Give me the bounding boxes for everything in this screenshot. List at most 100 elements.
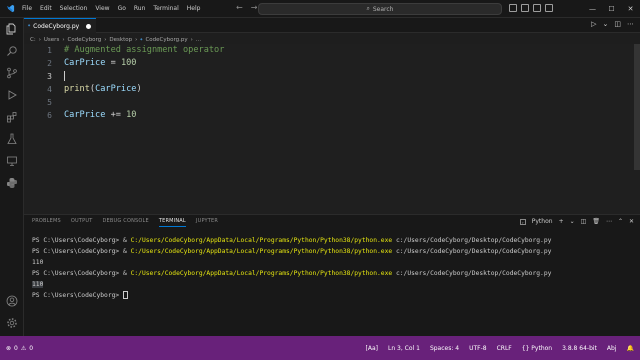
breadcrumb-chevron-icon: ›	[190, 36, 193, 43]
breadcrumb-ellipsis[interactable]: ...	[196, 37, 201, 43]
breadcrumb-chevron-icon: ›	[62, 36, 65, 43]
breadcrumb: C: › Users › CodeCyborg › Desktop › ⬩ Co…	[30, 35, 201, 44]
breadcrumb-desktop[interactable]: Desktop	[109, 37, 132, 43]
split-editor-icon[interactable]: ◫	[614, 20, 621, 28]
problems-status[interactable]: ⊗ 0 ⚠ 0	[6, 345, 33, 352]
warning-icon: ⚠	[20, 344, 27, 352]
terminal-output-highlight: 110	[32, 281, 44, 288]
menu-file[interactable]: File	[18, 5, 36, 12]
terminal-script-path: c:/Users/CodeCyborg/Desktop/CodeCyborg.p…	[392, 270, 552, 277]
toggle-sidebar-icon[interactable]	[509, 4, 517, 12]
forward-arrow-icon[interactable]: →	[251, 3, 258, 12]
terminal-output-line: 110	[32, 259, 44, 266]
toggle-panel-icon[interactable]	[521, 4, 529, 12]
menu-help[interactable]: Help	[183, 5, 205, 12]
menu-run[interactable]: Run	[130, 5, 150, 12]
tab-problems[interactable]: PROBLEMS	[32, 218, 61, 227]
breadcrumb-drive[interactable]: C:	[30, 37, 36, 43]
code-number: 10	[126, 110, 137, 120]
python-extension-icon[interactable]	[5, 176, 19, 190]
breadcrumb-chevron-icon: ›	[104, 36, 107, 43]
run-python-file-icon[interactable]: ▷	[591, 20, 596, 28]
menu-edit[interactable]: Edit	[36, 5, 56, 12]
status-indentation[interactable]: Spaces: 4	[430, 345, 459, 352]
maximize-icon[interactable]: ☐	[602, 0, 621, 18]
breadcrumb-codecyborg[interactable]: CodeCyborg	[68, 37, 102, 43]
kill-terminal-trash-icon[interactable]: 🗑	[592, 218, 600, 225]
terminal-line: PS C:\Users\CodeCyborg> & C:/Users/CodeC…	[32, 235, 551, 246]
code-variable: CarPrice	[64, 110, 106, 120]
explorer-icon[interactable]	[5, 22, 19, 36]
search-icon: ⌕	[366, 5, 370, 12]
terminal-name[interactable]: Python	[532, 218, 553, 225]
tab-terminal[interactable]: TERMINAL	[158, 218, 186, 227]
manage-gear-icon[interactable]	[5, 316, 19, 330]
more-actions-icon[interactable]: ⋯	[627, 20, 634, 28]
code-paren: )	[136, 84, 142, 94]
terminal-output-line: 110	[32, 279, 551, 290]
maximize-panel-icon[interactable]: ⌃	[618, 218, 623, 225]
remote-explorer-icon[interactable]	[5, 154, 19, 168]
customize-layout-icon[interactable]	[545, 4, 553, 12]
tab-jupyter[interactable]: JUPYTER	[196, 218, 218, 227]
back-arrow-icon[interactable]: ←	[236, 3, 243, 12]
code-line-1: 1 # Augmented assignment operator	[24, 44, 624, 56]
menu-view[interactable]: View	[91, 5, 113, 12]
split-terminal-icon[interactable]: ◫	[581, 218, 587, 225]
code-line-2: 2 CarPrice = 100	[24, 57, 624, 69]
warning-count: 0	[29, 344, 34, 352]
editor-scrollbar[interactable]	[634, 44, 640, 170]
command-center-search[interactable]: ⌕ Search	[258, 3, 502, 15]
line-number: 2	[47, 58, 52, 68]
toggle-secondary-sidebar-icon[interactable]	[533, 4, 541, 12]
breadcrumb-chevron-icon: ›	[38, 36, 41, 43]
breadcrumb-file[interactable]: CodeCyborg.py	[145, 37, 187, 43]
source-control-icon[interactable]	[5, 66, 19, 80]
status-encoding[interactable]: UTF-8	[469, 345, 487, 352]
menu-selection[interactable]: Selection	[56, 5, 92, 12]
status-cursor-position[interactable]: Ln 3, Col 1	[388, 345, 420, 352]
notifications-bell-icon[interactable]: 🔔	[627, 345, 634, 352]
menu-bar: File Edit Selection View Go Run Terminal…	[18, 5, 204, 12]
terminal-line: PS C:\Users\CodeCyborg> & C:/Users/CodeC…	[32, 246, 551, 257]
code-statement: CarPrice = 100	[64, 58, 136, 68]
menu-terminal[interactable]: Terminal	[149, 5, 182, 12]
terminal-icon: ›	[519, 218, 526, 225]
code-editor[interactable]: 1 # Augmented assignment operator 2 CarP…	[24, 44, 640, 214]
code-operator: =	[105, 58, 121, 68]
testing-icon[interactable]	[5, 132, 19, 146]
terminal-line: PS C:\Users\CodeCyborg>	[32, 290, 551, 301]
terminal-output[interactable]: PS C:\Users\CodeCyborg> & C:/Users/CodeC…	[32, 235, 551, 301]
tab-codecyborg-py[interactable]: ⬩ CodeCyborg.py	[24, 18, 96, 33]
minimize-icon[interactable]: —	[583, 0, 602, 18]
line-number: 6	[47, 110, 52, 120]
tab-debug-console[interactable]: DEBUG CONSOLE	[102, 218, 148, 227]
text-cursor	[64, 70, 65, 81]
new-terminal-plus-icon[interactable]: +	[559, 218, 564, 225]
code-line-3: 3	[24, 70, 624, 82]
panel-more-icon[interactable]: ⋯	[606, 218, 612, 225]
status-spell-check[interactable]: [Aa]	[366, 345, 378, 352]
close-panel-icon[interactable]: ✕	[629, 218, 634, 225]
terminal-python-path: C:/Users/CodeCyborg/AppData/Local/Progra…	[130, 248, 393, 255]
terminal-prompt: PS C:\Users\CodeCyborg>	[32, 292, 123, 299]
extensions-icon[interactable]	[5, 110, 19, 124]
unsaved-dot-icon[interactable]	[86, 23, 91, 29]
close-icon[interactable]: ✕	[621, 0, 640, 18]
account-icon[interactable]	[5, 294, 19, 308]
run-debug-icon[interactable]	[5, 88, 19, 102]
status-line-ending[interactable]: CRLF	[497, 345, 512, 352]
editor-actions: ▷ ⌄ ◫ ⋯	[591, 20, 634, 28]
terminal-dropdown-chevron-icon[interactable]: ⌄	[570, 218, 575, 225]
code-function: print	[64, 84, 90, 94]
title-bar: File Edit Selection View Go Run Terminal…	[0, 0, 640, 18]
menu-go[interactable]: Go	[114, 5, 130, 12]
line-number: 4	[47, 84, 52, 94]
status-extra[interactable]: Abj	[607, 345, 617, 352]
status-interpreter[interactable]: 3.8.8 64-bit	[562, 345, 597, 352]
run-dropdown-chevron-icon[interactable]: ⌄	[603, 20, 609, 28]
status-language[interactable]: {} Python	[522, 345, 552, 352]
search-view-icon[interactable]	[5, 44, 19, 58]
breadcrumb-users[interactable]: Users	[44, 37, 59, 43]
tab-output[interactable]: OUTPUT	[71, 218, 93, 227]
